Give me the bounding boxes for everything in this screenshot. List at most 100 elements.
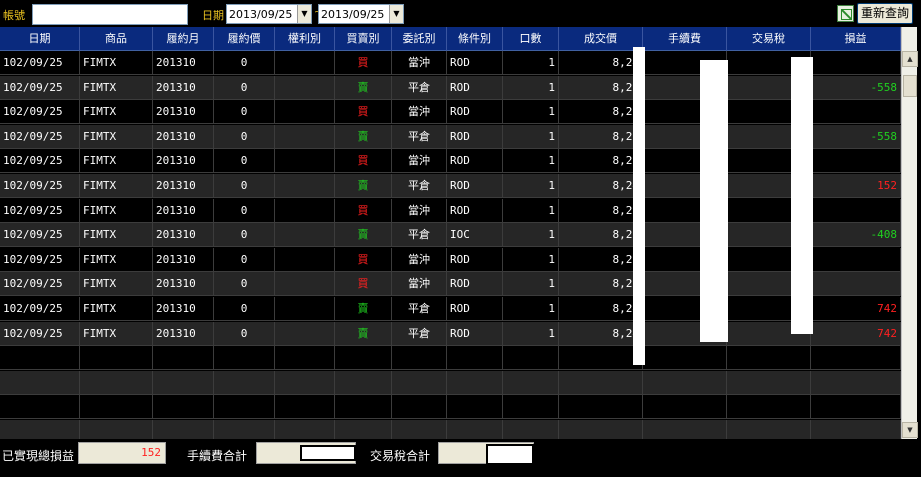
chevron-down-icon[interactable]: ▼ xyxy=(389,5,403,23)
cell-right xyxy=(275,124,335,149)
table-row[interactable]: 102/09/25 FIMTX 201310 0 買當沖 ROD 1 8,23 xyxy=(0,198,901,223)
scroll-down-icon[interactable]: ▼ xyxy=(902,422,918,438)
cell-date: 102/09/25 xyxy=(0,297,80,321)
cell-side: 賣 xyxy=(335,223,392,248)
redaction-fee xyxy=(700,60,728,342)
date-label: 日期 xyxy=(202,9,224,22)
table-row[interactable]: 102/09/25 FIMTX 201310 0 賣平倉 ROD 1 8,23 -558 xyxy=(0,75,901,100)
cell-right xyxy=(275,223,335,248)
realized-pnl-label: 已實現總損益 xyxy=(2,449,75,463)
requery-button[interactable]: 重新查詢 xyxy=(857,3,913,24)
empty-cell xyxy=(503,346,559,371)
empty-cell xyxy=(214,395,275,420)
empty-cell xyxy=(559,370,643,395)
empty-cell xyxy=(335,395,392,420)
table-row[interactable]: 102/09/25 FIMTX 201310 0 賣平倉 ROD 1 8,24 152 xyxy=(0,174,901,198)
date-to-select[interactable]: 2013/09/25 ▼ xyxy=(318,4,404,24)
column-header[interactable]: 買賣別 xyxy=(335,27,392,51)
cell-right xyxy=(275,51,335,75)
fee-total-label: 手續費合計 xyxy=(187,449,248,463)
cell-date: 102/09/25 xyxy=(0,51,80,75)
realized-pnl-value: 152 xyxy=(78,442,166,464)
cell-price: 8,24 xyxy=(559,174,643,198)
table-row[interactable]: 102/09/25 FIMTX 201310 0 買當沖 ROD 1 8,23 xyxy=(0,247,901,272)
excel-export-icon[interactable] xyxy=(837,5,854,22)
cell-side: 買 xyxy=(335,198,392,223)
vertical-scrollbar[interactable]: ▲ ▼ xyxy=(901,27,918,439)
empty-cell xyxy=(214,370,275,395)
column-header[interactable]: 口數 xyxy=(503,27,559,51)
column-header[interactable]: 履約價 xyxy=(214,27,275,51)
empty-cell xyxy=(335,346,392,371)
table-row[interactable]: 102/09/25 FIMTX 201310 0 買當沖 ROD 1 8,24 xyxy=(0,51,901,75)
cell-cond: ROD xyxy=(447,321,503,346)
cell-cond: ROD xyxy=(447,100,503,125)
cell-strike: 0 xyxy=(214,51,275,75)
cell-pnl: 742 xyxy=(811,321,901,346)
cell-month: 201310 xyxy=(153,198,214,223)
cell-product: FIMTX xyxy=(80,247,153,272)
cell-order: 當沖 xyxy=(392,149,447,174)
cell-order: 當沖 xyxy=(392,272,447,297)
cell-month: 201310 xyxy=(153,75,214,100)
cell-order: 平倉 xyxy=(392,321,447,346)
empty-cell xyxy=(275,370,335,395)
account-input[interactable] xyxy=(32,4,188,25)
column-header[interactable]: 委託別 xyxy=(392,27,447,51)
cell-strike: 0 xyxy=(214,198,275,223)
cell-order: 平倉 xyxy=(392,124,447,149)
cell-right xyxy=(275,75,335,100)
cell-side: 買 xyxy=(335,149,392,174)
table-row[interactable]: 102/09/25 FIMTX 201310 0 賣平倉 ROD 1 8,23 -558 xyxy=(0,124,901,149)
empty-cell xyxy=(503,370,559,395)
cell-price: 8,23 xyxy=(559,124,643,149)
cell-pnl: -558 xyxy=(811,75,901,100)
column-header[interactable]: 商品 xyxy=(80,27,153,51)
empty-cell xyxy=(153,395,214,420)
date-from-select[interactable]: 2013/09/25 ▼ xyxy=(226,4,312,24)
chevron-down-icon[interactable]: ▼ xyxy=(297,5,311,23)
scroll-thumb[interactable] xyxy=(903,75,917,97)
empty-cell xyxy=(392,370,447,395)
cell-pnl: 742 xyxy=(811,297,901,321)
cell-price: 8,24 xyxy=(559,51,643,75)
empty-cell xyxy=(643,395,727,420)
cell-strike: 0 xyxy=(214,321,275,346)
empty-cell xyxy=(335,370,392,395)
empty-row xyxy=(0,370,901,395)
column-header[interactable]: 損益 xyxy=(811,27,901,51)
table-row[interactable]: 102/09/25 FIMTX 201310 0 賣平倉 ROD 1 8,24 742 xyxy=(0,321,901,346)
cell-side: 賣 xyxy=(335,297,392,321)
table-row[interactable]: 102/09/25 FIMTX 201310 0 賣平倉 ROD 1 8,24 742 xyxy=(0,297,901,321)
cell-qty: 1 xyxy=(503,297,559,321)
column-header[interactable]: 手續費 xyxy=(643,27,727,51)
column-header[interactable]: 日期 xyxy=(0,27,80,51)
table-row[interactable]: 102/09/25 FIMTX 201310 0 賣平倉 IOC 1 8,22 -408 xyxy=(0,223,901,248)
table-row[interactable]: 102/09/25 FIMTX 201310 0 買當沖 ROD 1 8,23 xyxy=(0,100,901,125)
table-row[interactable]: 102/09/25 FIMTX 201310 0 買當沖 ROD 1 8,23 xyxy=(0,149,901,174)
scroll-up-icon[interactable]: ▲ xyxy=(902,51,918,67)
cell-month: 201310 xyxy=(153,51,214,75)
empty-row xyxy=(0,395,901,420)
cell-pnl xyxy=(811,51,901,75)
redaction-tax xyxy=(791,57,813,334)
cell-cond: ROD xyxy=(447,149,503,174)
cell-qty: 1 xyxy=(503,223,559,248)
cell-pnl xyxy=(811,198,901,223)
column-header[interactable]: 權利別 xyxy=(275,27,335,51)
cell-product: FIMTX xyxy=(80,321,153,346)
empty-row xyxy=(0,346,901,371)
column-header[interactable]: 成交價 xyxy=(559,27,643,51)
column-header[interactable]: 履約月 xyxy=(153,27,214,51)
column-header[interactable]: 交易稅 xyxy=(727,27,811,51)
cell-right xyxy=(275,321,335,346)
cell-side: 買 xyxy=(335,100,392,125)
empty-cell xyxy=(80,395,153,420)
column-header[interactable]: 條件別 xyxy=(447,27,503,51)
table-row[interactable]: 102/09/25 FIMTX 201310 0 買當沖 ROD 1 8,23 xyxy=(0,272,901,297)
cell-pnl: -558 xyxy=(811,124,901,149)
cell-product: FIMTX xyxy=(80,272,153,297)
cell-product: FIMTX xyxy=(80,223,153,248)
cell-date: 102/09/25 xyxy=(0,124,80,149)
empty-cell xyxy=(559,346,643,371)
